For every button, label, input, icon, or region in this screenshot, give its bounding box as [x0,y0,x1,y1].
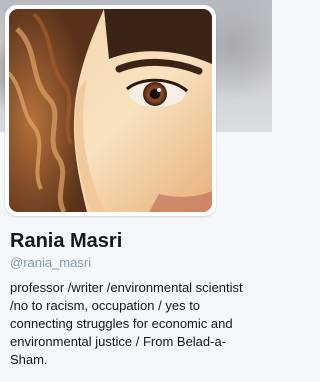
profile-handle[interactable]: @rania_masri [10,255,91,271]
bio-line: /no to racism, occupation / yes to [10,298,201,313]
profile-bio: professor /writer /environmental scienti… [10,279,266,369]
bio-line: Sham. [10,352,48,367]
bio-line: connecting struggles for economic and [10,316,233,331]
profile-name[interactable]: Rania Masri [10,229,122,253]
profile-avatar-frame[interactable] [5,5,216,216]
profile-avatar [9,9,212,212]
bio-line: environmental justice / From Belad-a- [10,334,227,349]
avatar-photo [9,9,212,212]
bio-line: professor /writer /environmental scienti… [10,280,243,295]
